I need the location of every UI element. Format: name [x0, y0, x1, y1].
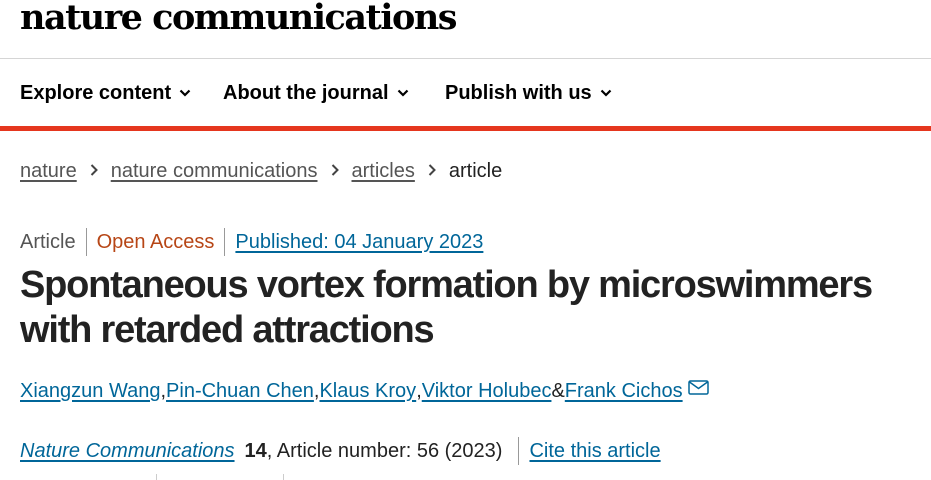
- chevron-down-icon: [600, 89, 611, 97]
- divider: [156, 474, 157, 480]
- author-link[interactable]: Pin-Chuan Chen: [166, 380, 314, 403]
- author-separator: &: [551, 380, 565, 402]
- chevron-right-icon: [77, 161, 111, 182]
- author-link[interactable]: Viktor Holubec: [422, 380, 552, 403]
- author-link[interactable]: Frank Cichos: [565, 380, 683, 403]
- divider: [518, 437, 520, 465]
- clipped-content-edge: [0, 474, 931, 480]
- author-list: Xiangzun Wang, Pin-Chuan Chen, Klaus Kro…: [20, 380, 709, 403]
- article-number: , Article number: 56 (2023): [266, 439, 503, 462]
- breadcrumb-current: article: [448, 159, 503, 182]
- chevron-right-icon: [318, 161, 352, 182]
- nav-label: Explore content: [20, 81, 172, 104]
- chevron-down-icon: [179, 89, 191, 97]
- divider: [283, 474, 284, 480]
- published-date-link[interactable]: Published: 04 January 2023: [235, 231, 483, 254]
- author-link[interactable]: Xiangzun Wang: [20, 380, 160, 403]
- cite-this-article-link[interactable]: Cite this article: [529, 440, 660, 463]
- open-access-badge: Open Access: [96, 230, 215, 253]
- masthead: nature communications: [0, 0, 931, 59]
- breadcrumb: nature nature communications articles ar…: [20, 157, 502, 185]
- nav-label: Publish with us: [445, 81, 592, 104]
- divider: [224, 228, 226, 256]
- author-link[interactable]: Klaus Kroy: [319, 380, 416, 403]
- nav-explore-content[interactable]: Explore content: [20, 60, 191, 126]
- nav-about-journal[interactable]: About the journal: [223, 60, 409, 126]
- divider: [85, 228, 87, 256]
- breadcrumb-articles[interactable]: articles: [352, 160, 415, 183]
- nav-publish-with-us[interactable]: Publish with us: [445, 60, 612, 126]
- breadcrumb-nature[interactable]: nature: [20, 160, 77, 183]
- breadcrumb-nature-communications[interactable]: nature communications: [111, 160, 318, 183]
- article-meta: Article Open Access Published: 04 Januar…: [20, 227, 483, 257]
- nav-label: About the journal: [223, 81, 389, 104]
- article-title: Spontaneous vortex formation by microswi…: [20, 264, 873, 351]
- citation-line: Nature Communications 14 , Article numbe…: [20, 436, 661, 466]
- journal-link[interactable]: Nature Communications: [20, 440, 235, 463]
- article-type: Article: [20, 230, 76, 253]
- chevron-right-icon: [415, 161, 449, 182]
- site-logo[interactable]: nature communications: [20, 0, 458, 38]
- accent-bar: [0, 126, 931, 131]
- volume-number: 14: [244, 439, 267, 462]
- chevron-down-icon: [397, 89, 408, 97]
- main-nav: Explore content About the journal Publis…: [0, 60, 931, 126]
- envelope-icon[interactable]: [687, 380, 709, 395]
